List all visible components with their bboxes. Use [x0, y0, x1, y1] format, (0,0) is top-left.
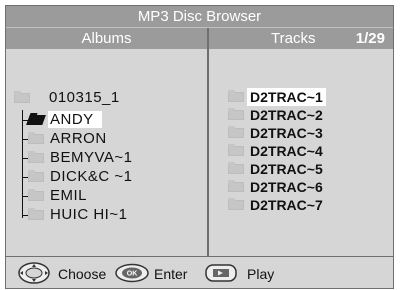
window-title: MP3 Disc Browser [6, 6, 393, 28]
file-icon [228, 180, 244, 192]
album-item-arron[interactable]: ARRON [28, 130, 198, 148]
album-item-dickc[interactable]: DICK&C ~1 [28, 168, 198, 186]
folder-icon [14, 91, 30, 103]
album-item-label: EMIL [50, 187, 88, 204]
folder-icon [28, 170, 44, 182]
album-item-label: ANDY [50, 111, 94, 128]
track-item[interactable]: D2TRAC~5 [228, 160, 378, 178]
album-item-huic[interactable]: HUIC HI~1 [28, 206, 198, 224]
choose-label: Choose [58, 266, 107, 282]
file-icon [228, 144, 244, 156]
folder-icon [28, 208, 44, 220]
album-item-bemyva[interactable]: BEMYVA~1 [28, 149, 198, 167]
album-item-label: HUIC HI~1 [50, 206, 128, 223]
album-item-label: BEMYVA~1 [50, 149, 133, 166]
track-item[interactable]: D2TRAC~7 [228, 196, 378, 214]
folder-icon [28, 132, 44, 144]
track-item[interactable]: D2TRAC~1 [228, 88, 378, 106]
file-icon [228, 126, 244, 138]
play-button-icon [205, 264, 237, 282]
album-root-label: 010315_1 [49, 89, 120, 106]
folder-icon [28, 189, 44, 201]
open-folder-icon [26, 115, 46, 125]
track-item[interactable]: D2TRAC~2 [228, 106, 378, 124]
track-item[interactable]: D2TRAC~6 [228, 178, 378, 196]
track-label: D2TRAC~2 [250, 107, 323, 123]
album-root[interactable]: 010315_1 [14, 89, 204, 107]
track-label: D2TRAC~6 [250, 179, 323, 195]
folder-icon [28, 151, 44, 163]
track-label: D2TRAC~3 [250, 125, 323, 141]
ok-button-icon: OK [115, 263, 149, 283]
tree-connector [22, 110, 23, 218]
tracks-column-header: Tracks 1/29 [209, 28, 393, 49]
control-hints: Choose OK Enter Play [6, 257, 393, 288]
browser-window: MP3 Disc Browser Albums Tracks 1/29 0103… [5, 5, 394, 289]
album-item-andy[interactable]: ANDY [26, 111, 198, 129]
track-item[interactable]: D2TRAC~4 [228, 142, 378, 160]
dpad-icon [18, 262, 50, 284]
track-item[interactable]: D2TRAC~3 [228, 124, 378, 142]
track-label: D2TRAC~5 [250, 161, 323, 177]
file-icon [228, 108, 244, 120]
ok-icon-text: OK [127, 271, 138, 278]
track-count: 1/29 [355, 30, 385, 47]
track-label: D2TRAC~1 [247, 88, 326, 106]
file-icon [228, 90, 244, 102]
file-icon [228, 198, 244, 210]
album-item-emil[interactable]: EMIL [28, 187, 198, 205]
play-label: Play [247, 266, 275, 282]
tracks-header-label: Tracks [271, 30, 316, 47]
track-label: D2TRAC~4 [250, 143, 323, 159]
track-label: D2TRAC~7 [250, 197, 323, 213]
file-icon [228, 162, 244, 174]
enter-label: Enter [154, 266, 188, 282]
albums-column-header: Albums [6, 28, 207, 49]
album-item-label: DICK&C ~1 [50, 168, 133, 185]
album-item-label: ARRON [50, 130, 107, 147]
column-divider [207, 28, 209, 256]
